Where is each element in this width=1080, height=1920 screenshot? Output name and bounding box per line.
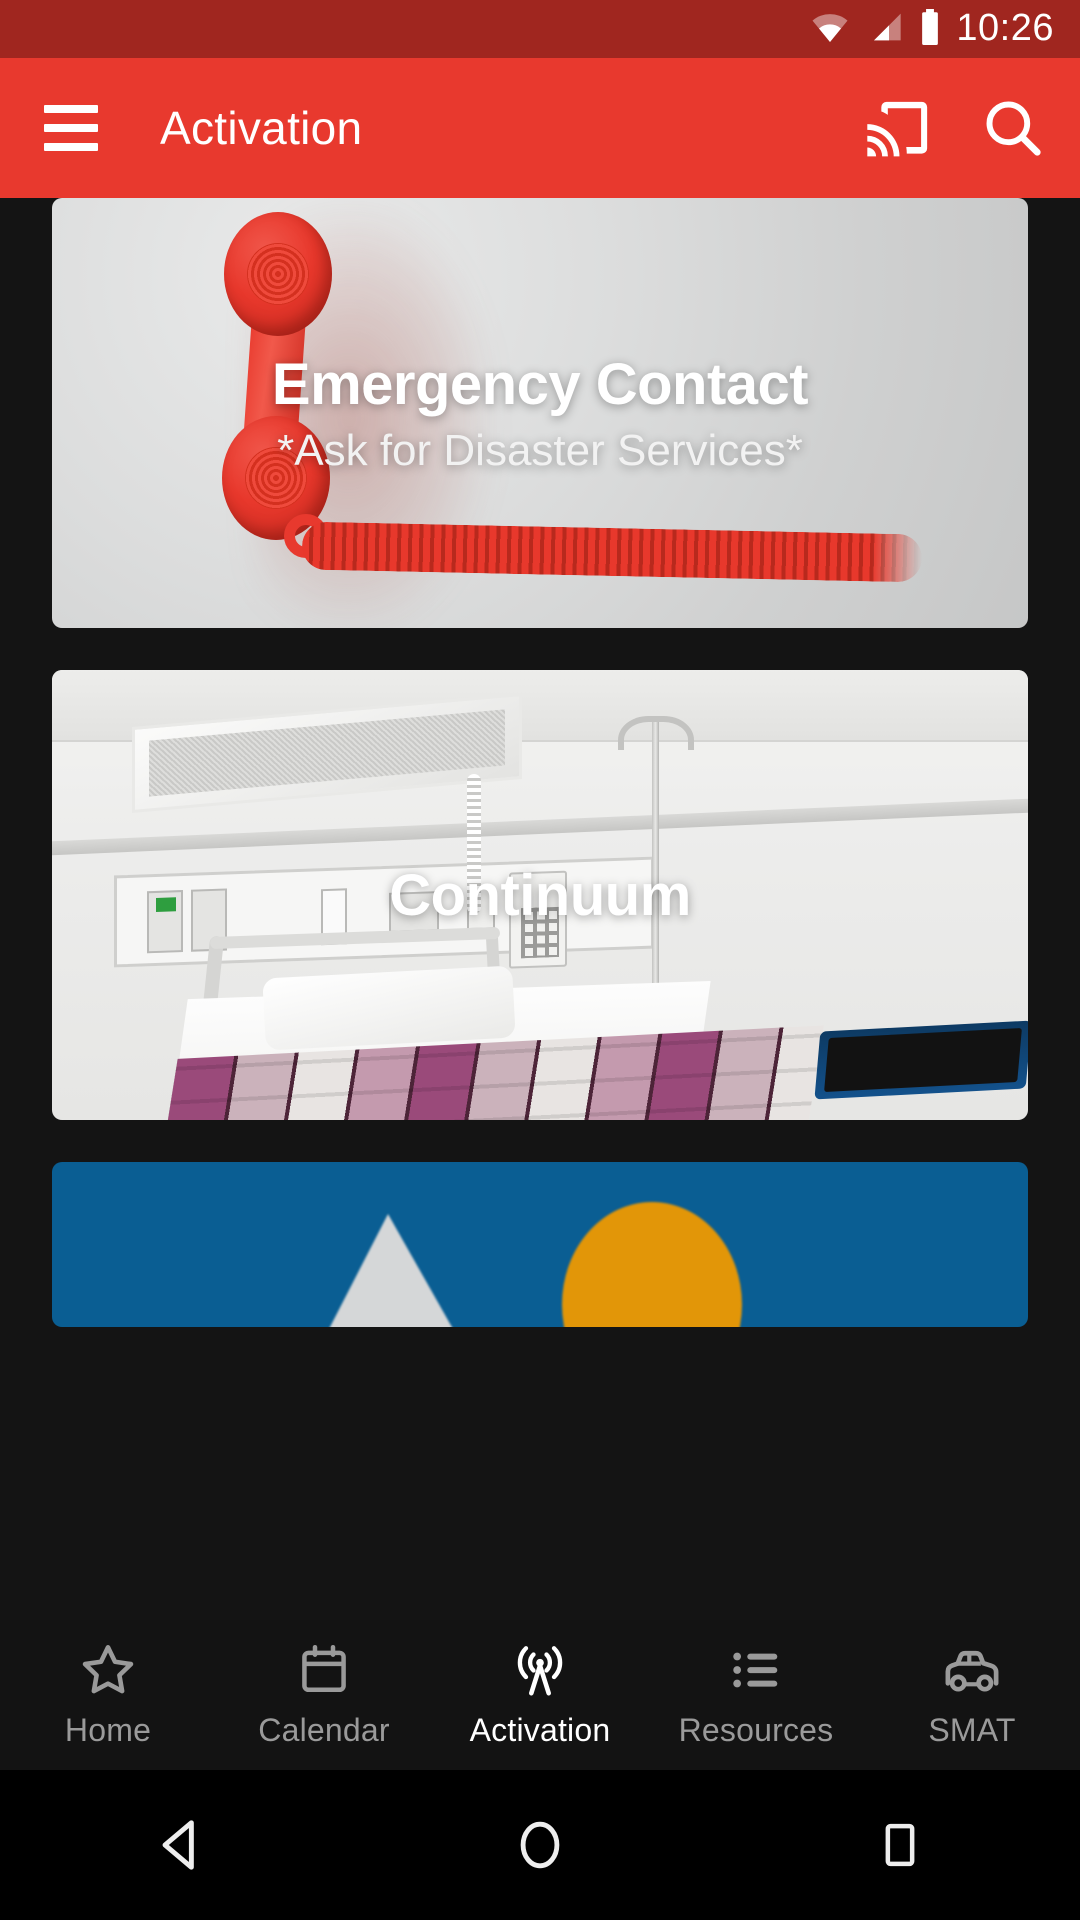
card-list[interactable]: Emergency Contact *Ask for Disaster Serv… xyxy=(0,198,1080,1725)
nav-item-home[interactable]: Home xyxy=(0,1620,216,1770)
home-button[interactable] xyxy=(480,1790,600,1900)
search-icon[interactable] xyxy=(980,95,1046,161)
cellular-signal-icon xyxy=(864,10,904,49)
nav-item-calendar[interactable]: Calendar xyxy=(216,1620,432,1770)
calendar-icon xyxy=(297,1641,351,1699)
car-icon xyxy=(940,1641,1004,1699)
card-continuum[interactable]: Continuum xyxy=(52,670,1028,1120)
recents-button[interactable] xyxy=(840,1790,960,1900)
nav-label: SMAT xyxy=(928,1712,1016,1748)
nav-item-smat[interactable]: SMAT xyxy=(864,1620,1080,1770)
broadcast-tower-icon xyxy=(509,1641,571,1699)
status-bar: 10:26 xyxy=(0,0,1080,58)
back-button[interactable] xyxy=(120,1790,240,1900)
continuum-photo xyxy=(52,670,1028,1120)
hamburger-menu-icon[interactable] xyxy=(44,105,98,151)
blue-poster-image xyxy=(52,1162,1028,1327)
nav-label: Home xyxy=(64,1712,152,1748)
cast-icon[interactable] xyxy=(864,95,930,161)
card-emergency-contact[interactable]: Emergency Contact *Ask for Disaster Serv… xyxy=(52,198,1028,628)
wifi-icon xyxy=(810,10,850,49)
bottom-navigation-bar: Home Calendar Activation Resources SMAT xyxy=(0,1620,1080,1770)
app-bar: Activation xyxy=(0,58,1080,198)
nav-item-activation[interactable]: Activation xyxy=(432,1620,648,1770)
star-icon xyxy=(78,1641,138,1699)
sun-shape-icon xyxy=(562,1202,742,1327)
android-system-navigation xyxy=(0,1770,1080,1920)
nav-label: Calendar xyxy=(258,1712,390,1748)
card-blue-poster[interactable] xyxy=(52,1162,1028,1327)
nav-label: Resources xyxy=(678,1712,834,1748)
emergency-contact-photo xyxy=(52,198,1028,628)
bulleted-list-icon xyxy=(727,1641,785,1699)
nav-item-resources[interactable]: Resources xyxy=(648,1620,864,1770)
page-title: Activation xyxy=(160,102,363,154)
battery-icon xyxy=(918,8,942,50)
app-bar-actions xyxy=(864,95,1046,161)
status-bar-clock: 10:26 xyxy=(956,6,1054,49)
nav-label: Activation xyxy=(469,1712,611,1748)
mountain-shape-icon xyxy=(270,1214,518,1327)
